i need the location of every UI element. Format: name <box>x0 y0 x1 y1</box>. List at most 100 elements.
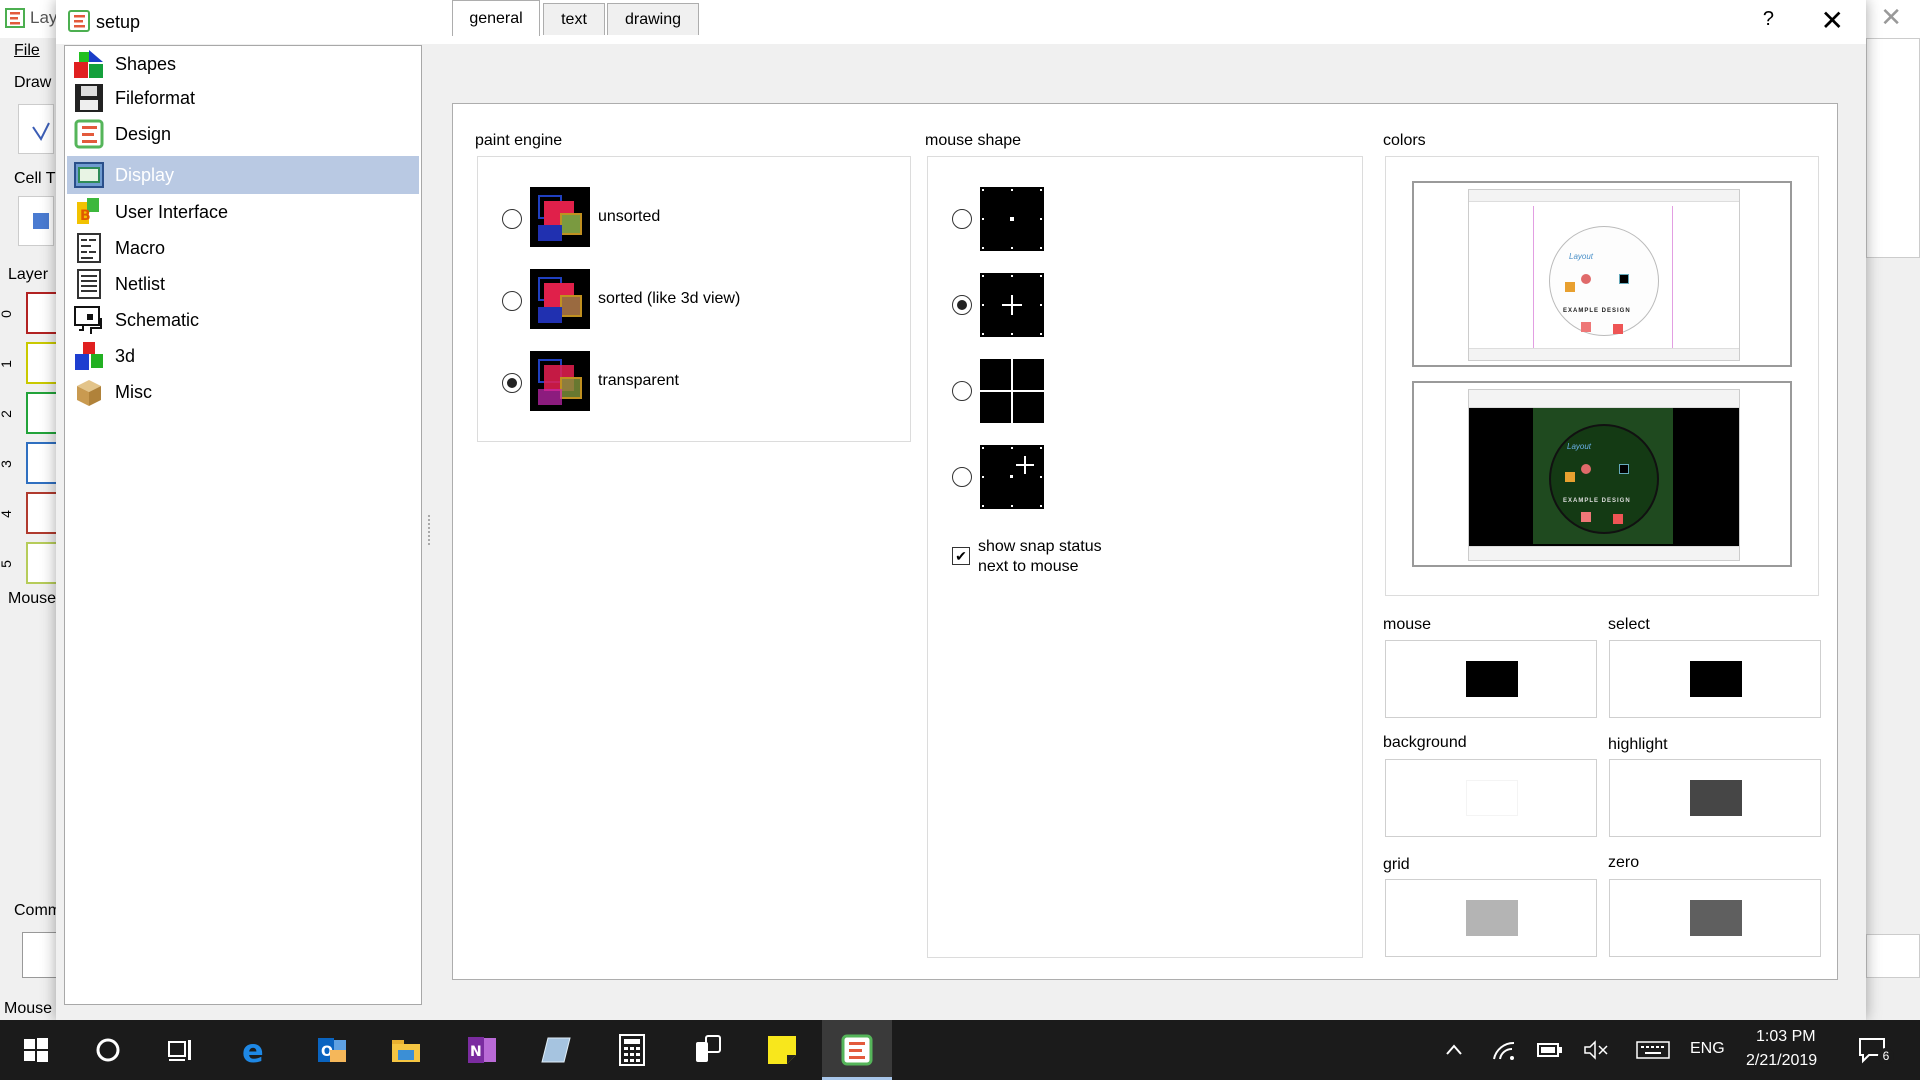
paint-engine-transparent-radio[interactable] <box>502 373 522 393</box>
menu-file[interactable]: File <box>14 42 40 60</box>
tab-text[interactable]: text <box>543 3 605 35</box>
clock-time[interactable]: 1:03 PM <box>1756 1028 1816 1046</box>
file-explorer-button[interactable] <box>386 1030 426 1070</box>
layer-swatch-1[interactable] <box>26 342 58 384</box>
paint-engine-option-label: transparent <box>598 372 679 389</box>
paint-engine-unsorted-radio[interactable] <box>502 209 522 229</box>
cortana-button[interactable] <box>88 1030 128 1070</box>
paint-engine-sorted-radio[interactable] <box>502 291 522 311</box>
layer-number: 3 <box>0 460 14 468</box>
splitter-handle[interactable] <box>428 515 432 545</box>
svg-text:e: e <box>242 1034 264 1066</box>
settings-category-list: Shapes Fileformat Design Display B User … <box>64 45 422 1005</box>
nav-item-design[interactable]: Design <box>67 116 419 152</box>
clock-date[interactable]: 2/21/2019 <box>1746 1052 1817 1070</box>
sorted-engine-icon <box>530 269 590 329</box>
action-center-button[interactable]: 6 <box>1852 1030 1894 1070</box>
nav-item-label: Design <box>115 123 172 144</box>
nav-item-3d[interactable]: 3d <box>67 338 419 374</box>
nav-item-label: Fileformat <box>115 87 196 108</box>
mouse-shape-offset-cross-radio[interactable] <box>952 467 972 487</box>
show-snap-status-checkbox[interactable]: ✔ <box>952 547 970 565</box>
highlight-color-button[interactable] <box>1609 759 1821 837</box>
layer-number: 1 <box>0 360 14 368</box>
battery-button[interactable] <box>1530 1030 1570 1070</box>
layer-number: 0 <box>0 310 14 318</box>
mouse-color-button[interactable] <box>1385 640 1597 718</box>
setup-dialog: setup ? ✕ Shapes Fileformat Design Displ… <box>56 0 1866 1020</box>
layouteditor-taskbar-button[interactable] <box>837 1030 877 1070</box>
colors-title: colors <box>1383 132 1426 149</box>
layer-swatch-5[interactable] <box>26 542 58 584</box>
network-button[interactable] <box>1484 1030 1524 1070</box>
tab-drawing[interactable]: drawing <box>607 3 699 35</box>
mouse-shape-dot-radio[interactable] <box>952 209 972 229</box>
layer-swatch-0[interactable] <box>26 292 58 334</box>
dark-preview-text: EXAMPLE DESIGN <box>1563 498 1631 504</box>
background-close-icon[interactable]: ✕ <box>1880 2 1902 33</box>
zero-color-button[interactable] <box>1609 879 1821 957</box>
task-view-icon <box>168 1040 191 1061</box>
touch-keyboard-button[interactable] <box>1630 1030 1676 1070</box>
outlook-button[interactable]: O <box>312 1030 352 1070</box>
mouse-shape-group: ✔ show snap status next to mouse <box>927 156 1363 958</box>
select-color-button[interactable] <box>1609 640 1821 718</box>
svg-text:B: B <box>80 208 91 224</box>
select-color-swatch <box>1690 661 1742 697</box>
background-right-input[interactable] <box>1866 934 1920 978</box>
close-button[interactable]: ✕ <box>1821 4 1844 37</box>
nav-item-misc[interactable]: Misc <box>67 374 419 410</box>
layouteditor-logo-icon <box>68 10 90 32</box>
toolbar-draw-label: Draw <box>14 74 52 91</box>
offset-cross-cursor-icon <box>980 445 1044 509</box>
app-button[interactable] <box>536 1030 576 1070</box>
start-button[interactable] <box>16 1030 56 1070</box>
chevron-up-icon <box>1446 1044 1462 1055</box>
calculator-button[interactable] <box>612 1030 652 1070</box>
help-button[interactable]: ? <box>1763 8 1774 31</box>
mouse-shape-full-cross-radio[interactable] <box>952 381 972 401</box>
edge-browser-button[interactable]: e <box>236 1030 276 1070</box>
background-app-title: Lay <box>30 8 58 27</box>
show-hidden-icons-button[interactable] <box>1434 1030 1474 1070</box>
remote-app-button[interactable] <box>688 1030 728 1070</box>
3d-cubes-icon <box>75 342 103 370</box>
status-bar-mouse: Mouse <box>4 1000 53 1017</box>
keyboard-icon <box>1636 1041 1670 1059</box>
onenote-button[interactable]: N <box>462 1030 502 1070</box>
volume-button[interactable] <box>1576 1030 1616 1070</box>
light-scheme-preview[interactable]: Layout EXAMPLE DESIGN <box>1412 181 1792 367</box>
nav-item-macro[interactable]: Macro <box>67 230 419 266</box>
nav-item-netlist[interactable]: Netlist <box>67 266 419 302</box>
edge-icon: e <box>242 1034 264 1066</box>
layer-swatch-3[interactable] <box>26 442 58 484</box>
dialog-title: setup <box>96 12 141 32</box>
paint-engine-option-label: sorted (like 3d view) <box>598 290 741 307</box>
mouse-shape-small-cross-radio[interactable] <box>952 295 972 315</box>
layer-swatch-2[interactable] <box>26 392 58 434</box>
user-interface-icon: B <box>77 198 99 224</box>
mouse-label: Mouse <box>8 590 57 607</box>
nav-item-fileformat[interactable]: Fileformat <box>67 80 419 116</box>
command-label: Comm <box>14 902 62 919</box>
nav-item-schematic[interactable]: Schematic <box>67 302 419 338</box>
sticky-notes-button[interactable] <box>762 1030 802 1070</box>
task-view-button[interactable] <box>160 1030 200 1070</box>
tab-general[interactable]: general <box>452 0 540 36</box>
light-preview-text: EXAMPLE DESIGN <box>1563 308 1631 314</box>
input-language-indicator[interactable]: ENG <box>1690 1040 1725 1058</box>
dark-scheme-preview[interactable]: Layout EXAMPLE DESIGN <box>1412 381 1792 567</box>
transparent-engine-icon <box>530 351 590 411</box>
nav-item-display[interactable]: Display <box>67 156 419 194</box>
background-color-button[interactable] <box>1385 759 1597 837</box>
paint-engine-group: unsorted sorted (like 3d view) transpare… <box>477 156 911 442</box>
grid-color-label: grid <box>1383 856 1410 873</box>
grid-color-button[interactable] <box>1385 879 1597 957</box>
nav-item-shapes[interactable]: Shapes <box>67 46 419 82</box>
nav-item-label: 3d <box>115 345 136 366</box>
nav-item-user-interface[interactable]: B User Interface <box>67 194 419 230</box>
layer-swatch-4[interactable] <box>26 492 58 534</box>
background-right-view <box>1866 38 1920 258</box>
outlook-icon: O <box>318 1038 346 1062</box>
display-icon <box>74 162 104 188</box>
